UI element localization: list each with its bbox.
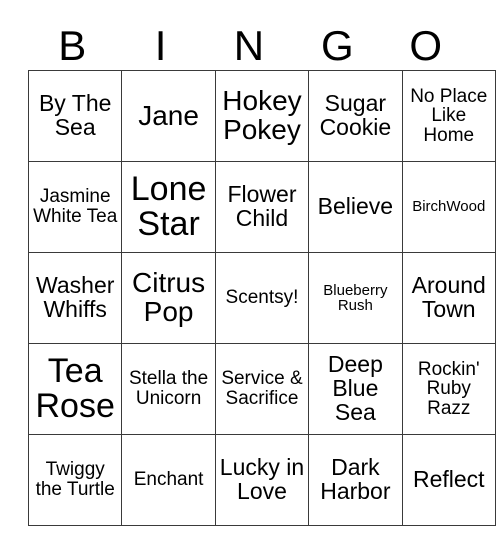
bingo-cell-1-3[interactable]: Hokey Pokey [214,70,310,162]
bingo-cell-2-2[interactable]: Lone Star [121,161,216,253]
bingo-cell-label: BirchWood [412,198,486,216]
bingo-cell-label: Deep Blue Sea [327,351,383,425]
bingo-cell-2-4[interactable]: Believe [308,161,403,253]
bingo-header-letter-o: O [409,22,443,69]
bingo-cell-label: Scentsy! [225,287,299,309]
bingo-row: By The Sea Jane Hokey Pokey Sugar Cookie No … [27,70,496,162]
bingo-cell-5-4[interactable]: Dark Harbor [308,434,403,526]
bingo-cell-3-1[interactable]: Washer Whiffs [27,252,123,344]
bingo-cell-label: Jane [138,99,199,131]
bingo-cell-label: Dark Harbor [320,454,391,504]
bingo-cell-label: Reflect [412,466,485,493]
bingo-cell-label: Hokey Pokey [222,85,302,145]
bingo-cell-5-2[interactable]: Enchant [121,434,216,526]
bingo-grid-body: By The Sea Jane Hokey Pokey Sugar Cookie No … [27,70,496,526]
bingo-row: Washer Whiffs Citrus Pop Scentsy! Blueberry… [27,252,496,344]
bingo-cell-1-1[interactable]: By The Sea [27,70,123,162]
bingo-cell-label: Stella the Unicorn [128,368,209,409]
bingo-cell-5-3[interactable]: Lucky in Love [214,434,310,526]
bingo-cell-label: Rockin' Ruby Razz [417,358,480,419]
bingo-cell-label: Lucky in Love [219,454,305,504]
bingo-cell-4-3[interactable]: Service & Sacrifice [214,343,310,435]
bingo-card: B I N G O By The Sea Jane Hokey Pokey Sugar Coo… [27,22,496,526]
bingo-header-letter-i: I [154,22,167,69]
bingo-cell-1-2[interactable]: Jane [121,70,216,162]
bingo-cell-label: Enchant [133,469,204,491]
bingo-row: Jasmine White Tea Lone Star Flower Child Be… [27,161,496,253]
bingo-cell-5-1[interactable]: Twiggy the Turtle [27,434,123,526]
bingo-cell-5-5[interactable]: Reflect [401,434,496,526]
bingo-cell-2-3[interactable]: Flower Child [214,161,310,253]
bingo-cell-4-5[interactable]: Rockin' Ruby Razz [401,343,496,435]
bingo-cell-label: Flower Child [227,181,297,231]
bingo-cell-2-1[interactable]: Jasmine White Tea [27,161,123,253]
bingo-cell-label: Twiggy the Turtle [35,459,115,500]
bingo-cell-label: Lone Star [130,169,207,243]
bingo-cell-3-2[interactable]: Citrus Pop [121,252,216,344]
bingo-cell-1-4[interactable]: Sugar Cookie [308,70,403,162]
bingo-cell-label: By The Sea [38,90,112,140]
bingo-cell-label: Washer Whiffs [36,272,115,322]
bingo-header-row: BINGO [28,22,470,70]
bingo-cell-4-4[interactable]: Deep Blue Sea [308,343,403,435]
bingo-cell-2-5[interactable]: BirchWood [401,161,496,253]
bingo-header-letter-g: G [321,22,354,69]
bingo-cell-3-4[interactable]: Blueberry Rush [308,252,403,344]
bingo-cell-label: Around Town [411,272,486,322]
bingo-cell-4-1[interactable]: Tea Rose [27,343,123,435]
bingo-header-letter-n: N [233,22,265,69]
bingo-cell-1-5[interactable]: No Place Like Home [401,70,496,162]
bingo-cell-label: Believe [317,193,394,220]
bingo-cell-label: Jasmine White Tea [33,186,118,227]
bingo-cell-label: Citrus Pop [132,267,206,327]
bingo-cell-3-3[interactable]: Scentsy! [214,252,310,344]
bingo-cell-label: Service & Sacrifice [221,368,303,409]
bingo-grid: By The Sea Jane Hokey Pokey Sugar Cookie No … [27,70,496,526]
bingo-cell-label: Blueberry Rush [323,281,388,314]
bingo-row: Tea Rose Stella the Unicorn Service & Sacr… [27,343,496,435]
bingo-cell-4-2[interactable]: Stella the Unicorn [121,343,216,435]
bingo-cell-label: Sugar Cookie [319,90,392,140]
bingo-row: Twiggy the Turtle Enchant Lucky in Love Dar… [27,434,496,526]
bingo-cell-label: Tea Rose [35,351,115,425]
bingo-header-letter-b: B [58,22,87,69]
bingo-cell-3-5[interactable]: Around Town [401,252,496,344]
bingo-cell-label: No Place Like Home [410,85,488,146]
